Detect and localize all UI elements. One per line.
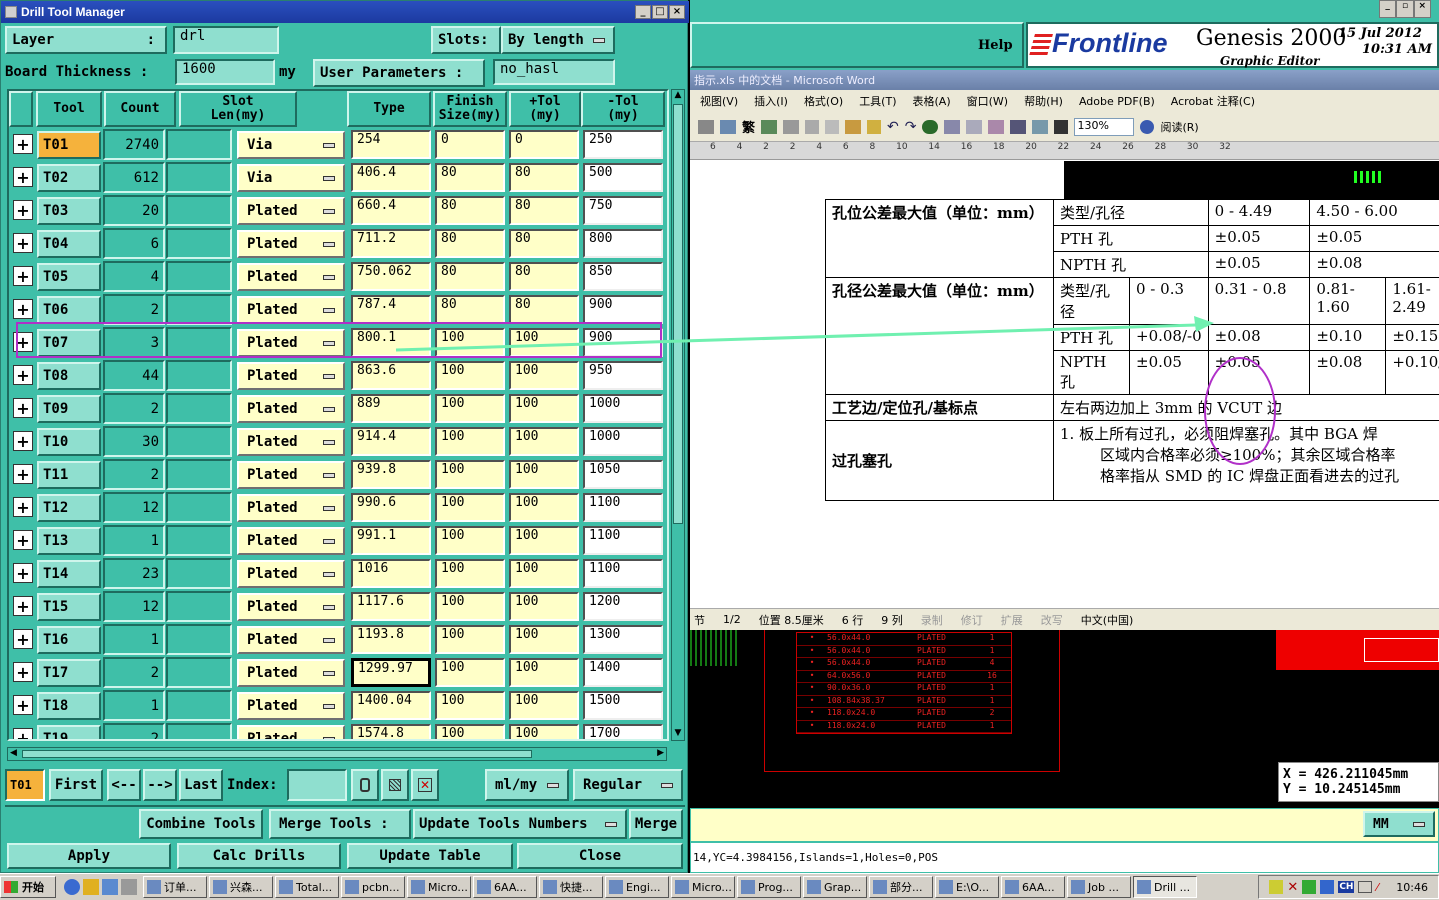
- app-icon: [1071, 880, 1085, 894]
- taskbar-label: 快捷...: [560, 881, 593, 894]
- taskbar-button[interactable]: 订单...: [143, 876, 207, 898]
- taskbar-label: 6AA...: [1022, 880, 1055, 894]
- annotation-arrow-head: [1194, 316, 1214, 332]
- quicklaunch-icon[interactable]: [83, 879, 99, 895]
- taskbar-label: 兴森...: [230, 881, 263, 894]
- taskbar-label: E:\O...: [956, 880, 990, 894]
- taskbar-label: Drill ...: [1154, 880, 1191, 894]
- app-icon: [807, 880, 821, 894]
- taskbar-label: Total...: [296, 880, 333, 894]
- taskbar-label: Engi...: [626, 880, 661, 894]
- taskbar-button[interactable]: Micro...: [671, 876, 735, 898]
- taskbar: 开始 订单... 兴森... Total... pcbn... Micro... 6AA.…: [0, 873, 1439, 900]
- app-icon: [543, 880, 557, 894]
- taskbar-button[interactable]: 快捷...: [539, 876, 603, 898]
- app-icon: [477, 880, 491, 894]
- ie-icon[interactable]: [64, 879, 80, 895]
- start-button[interactable]: 开始: [0, 876, 56, 898]
- taskbar-button[interactable]: Total...: [275, 876, 339, 898]
- annotation-arrow-line: [395, 323, 1197, 352]
- start-label: 开始: [22, 881, 44, 894]
- taskbar-label: Prog...: [758, 880, 793, 894]
- app-icon: [411, 880, 425, 894]
- app-icon: [279, 880, 293, 894]
- taskbar-button[interactable]: Micro...: [407, 876, 471, 898]
- taskbar-button[interactable]: Prog...: [737, 876, 801, 898]
- taskbar-button[interactable]: Grap...: [803, 876, 867, 898]
- tray-pen-icon[interactable]: ⁄: [1376, 881, 1378, 894]
- tray-icon[interactable]: [1302, 880, 1317, 894]
- taskbar-label: 6AA...: [494, 880, 527, 894]
- taskbar-button[interactable]: 部分...: [869, 876, 933, 898]
- taskbar-label: Micro...: [428, 880, 468, 894]
- taskbar-button[interactable]: 6AA...: [1001, 876, 1065, 898]
- taskbar-label: 订单...: [164, 881, 197, 894]
- taskbar-label: Job ...: [1088, 880, 1119, 894]
- taskbar-button[interactable]: 兴森...: [209, 876, 273, 898]
- language-indicator[interactable]: CH: [1338, 881, 1355, 893]
- taskbar-label: pcbn...: [362, 880, 400, 894]
- taskbar-label: 部分...: [890, 881, 923, 894]
- taskbar-label: Grap...: [824, 880, 862, 894]
- taskbar-button[interactable]: Drill ...: [1133, 876, 1197, 898]
- clock[interactable]: 10:46: [1396, 881, 1428, 894]
- quicklaunch-icon[interactable]: [102, 879, 118, 895]
- taskbar-button[interactable]: Job ...: [1067, 876, 1131, 898]
- taskbar-button[interactable]: Engi...: [605, 876, 669, 898]
- tray-x-icon[interactable]: ✕: [1287, 880, 1298, 895]
- app-icon: [675, 880, 689, 894]
- taskbar-button[interactable]: pcbn...: [341, 876, 405, 898]
- annotation-overlay: [395, 316, 1214, 352]
- taskbar-label: Micro...: [692, 880, 732, 894]
- app-icon: [213, 880, 227, 894]
- quick-launch: [58, 879, 143, 895]
- system-tray: ✕ CH ⁄ 10:46: [1258, 875, 1439, 899]
- keyboard-icon[interactable]: [1358, 881, 1373, 893]
- app-icon: [609, 880, 623, 894]
- app-icon: [1005, 880, 1019, 894]
- app-icon: [1137, 880, 1151, 894]
- tray-icon[interactable]: [1320, 880, 1335, 894]
- tray-icon[interactable]: [1269, 880, 1284, 894]
- app-icon: [873, 880, 887, 894]
- app-icon: [345, 880, 359, 894]
- app-icon: [939, 880, 953, 894]
- taskbar-button[interactable]: 6AA...: [473, 876, 537, 898]
- taskbar-button[interactable]: E:\O...: [935, 876, 999, 898]
- quicklaunch-icon[interactable]: [121, 879, 137, 895]
- windows-logo-icon: [4, 881, 18, 893]
- task-buttons: 订单... 兴森... Total... pcbn... Micro... 6AA... 快…: [143, 876, 1199, 898]
- app-icon: [147, 880, 161, 894]
- app-icon: [741, 880, 755, 894]
